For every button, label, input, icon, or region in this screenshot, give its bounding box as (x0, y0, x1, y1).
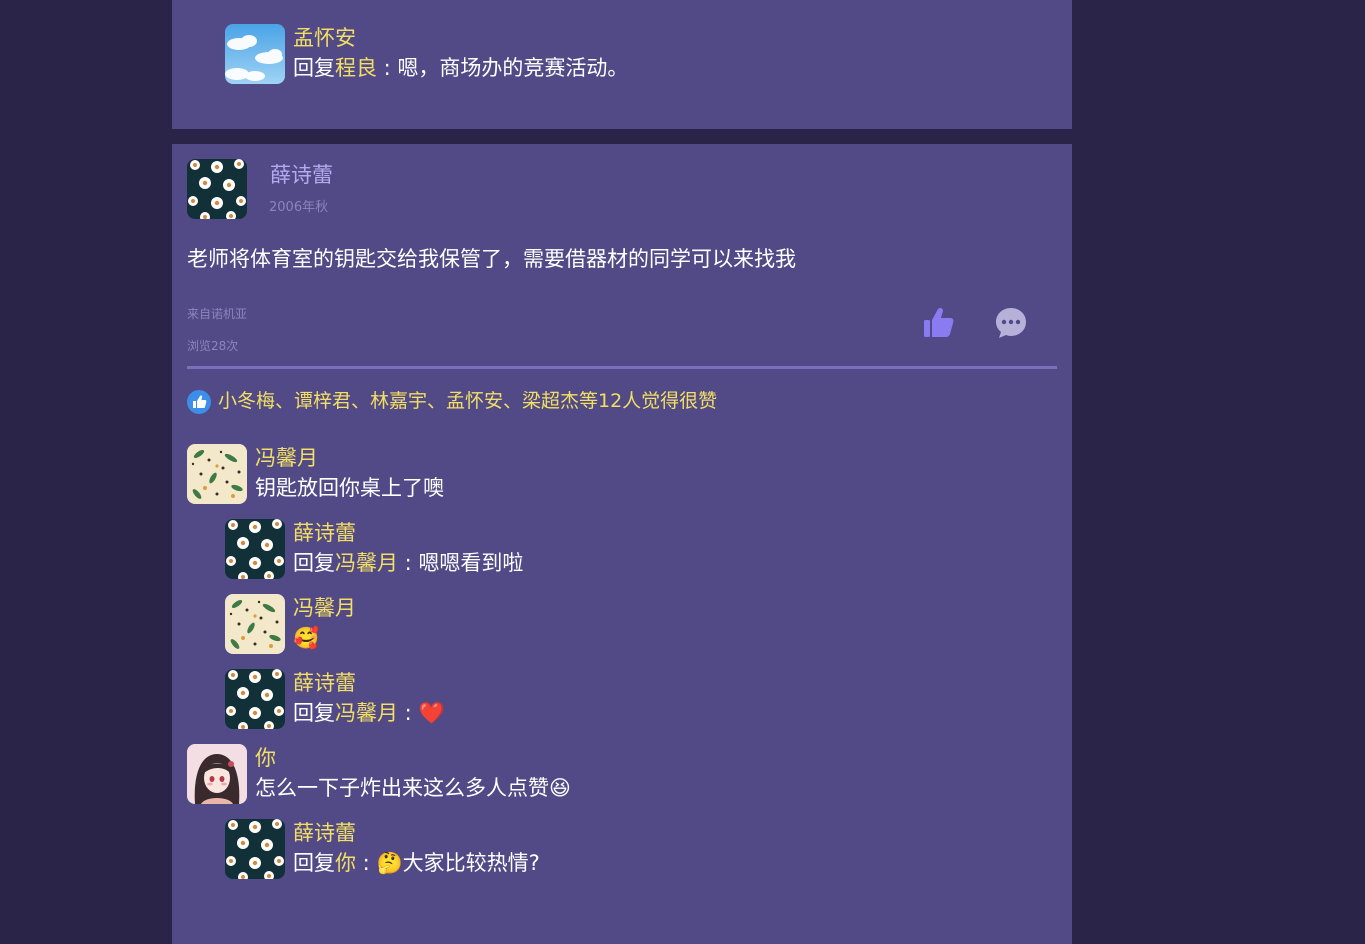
reply-prefix: 回复 (293, 551, 335, 575)
reply-separator: : (398, 551, 419, 575)
reply-target[interactable]: 冯馨月 (335, 551, 398, 575)
reply-text: 大家比较热情? (402, 851, 540, 875)
smiling-hearts-emoji-icon: 🥰 (293, 626, 320, 650)
post-time: 2006年秋 (269, 200, 329, 215)
avatar[interactable] (225, 519, 285, 579)
thumbs-up-icon (924, 307, 954, 337)
reply-text: 嗯嗯看到啦 (418, 551, 524, 575)
author-name[interactable]: 薛诗蕾 (270, 162, 333, 188)
reply-separator: : (377, 56, 398, 80)
reply-separator: : (356, 851, 377, 875)
comment-author[interactable]: 冯馨月 (255, 445, 318, 471)
comment-text-body: 怎么一下子炸出来这么多人点赞 (255, 776, 549, 800)
post-device: 来自诺机亚 (187, 307, 248, 321)
reply-target[interactable]: 程良 (335, 56, 377, 80)
avatar[interactable] (225, 819, 285, 879)
comment-text: 怎么一下子炸出来这么多人点赞😆 (255, 775, 571, 801)
divider (187, 366, 1057, 369)
reply-prefix: 回复 (293, 701, 335, 725)
author-avatar[interactable] (187, 159, 247, 219)
avatar[interactable] (187, 744, 247, 804)
like-button[interactable] (920, 305, 956, 341)
comment-text: 回复程良 : 嗯，商场办的竞赛活动。 (293, 55, 628, 81)
avatar[interactable] (225, 669, 285, 729)
post-content: 老师将体育室的钥匙交给我保管了，需要借器材的同学可以来找我 (187, 247, 796, 271)
comment-author[interactable]: 你 (255, 745, 276, 771)
post-views: 浏览28次 (187, 339, 239, 353)
avatar[interactable] (225, 594, 285, 654)
red-heart-emoji-icon: ❤️ (418, 701, 445, 725)
reply-text: 嗯，商场办的竞赛活动。 (397, 56, 629, 80)
thinking-emoji-icon: 🤔 (376, 851, 403, 875)
comment-author[interactable]: 冯馨月 (293, 595, 356, 621)
likes-summary[interactable]: 小冬梅、谭梓君、林嘉宇、孟怀安、梁超杰等12人觉得很赞 (218, 389, 717, 413)
reply-target[interactable]: 你 (335, 851, 356, 875)
comment-author[interactable]: 薛诗蕾 (293, 520, 356, 546)
reply-prefix: 回复 (293, 56, 335, 80)
avatar[interactable] (225, 24, 285, 84)
reply-target[interactable]: 冯馨月 (335, 701, 398, 725)
comment-button[interactable] (993, 305, 1029, 341)
avatar[interactable] (187, 444, 247, 504)
comment-author[interactable]: 薛诗蕾 (293, 670, 356, 696)
comment-bubble-icon (996, 308, 1026, 338)
reply-prefix: 回复 (293, 851, 335, 875)
comment-text: 🥰 (293, 625, 319, 651)
comment-text: 回复你 : 🤔大家比较热情? (293, 850, 540, 876)
reply-separator: : (398, 701, 419, 725)
comment-author[interactable]: 孟怀安 (293, 25, 356, 51)
like-badge-icon (187, 390, 211, 414)
laughing-emoji-icon: 😆 (549, 776, 571, 800)
comment-text: 钥匙放回你桌上了噢 (255, 476, 444, 500)
comment-text: 回复冯馨月 : 嗯嗯看到啦 (293, 550, 523, 576)
comment-author[interactable]: 薛诗蕾 (293, 820, 356, 846)
comment-text: 回复冯馨月 : ❤️ (293, 700, 445, 726)
